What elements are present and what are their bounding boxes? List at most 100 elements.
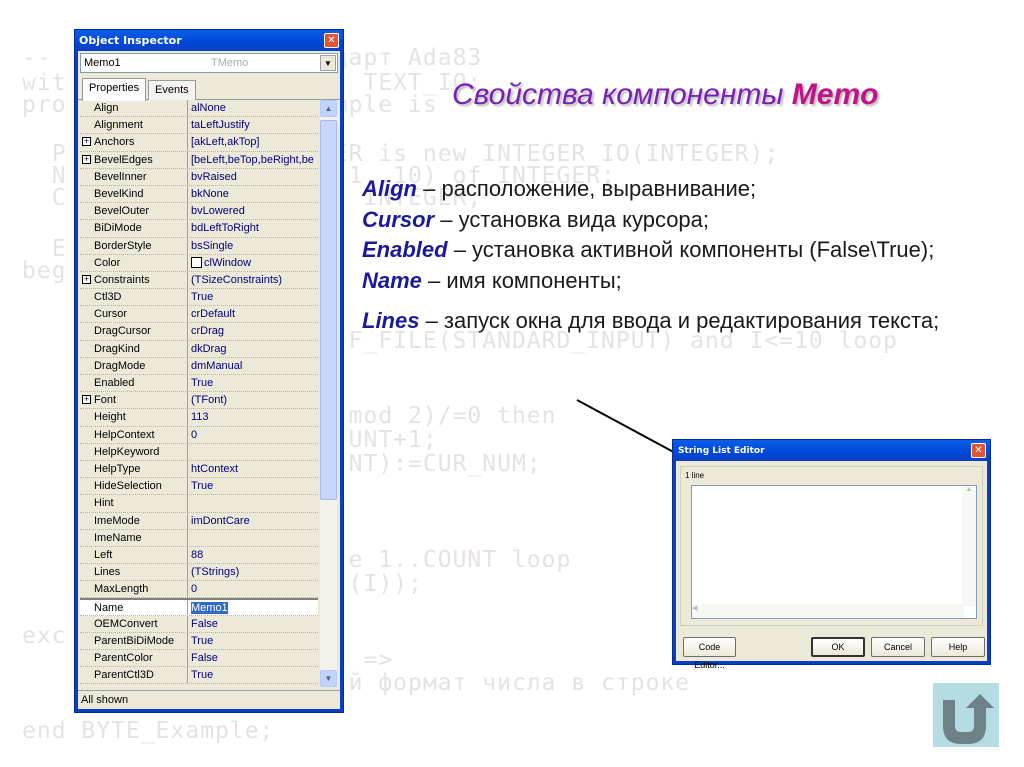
property-value[interactable]: bsSingle (188, 238, 318, 254)
property-row-bevelkind[interactable]: BevelKind bkNone (80, 185, 318, 204)
property-value[interactable]: taLeftJustify (188, 117, 318, 133)
property-value[interactable]: clWindow (188, 255, 318, 271)
property-value[interactable]: True (188, 633, 318, 649)
property-value[interactable]: bkNone (188, 186, 318, 202)
property-value[interactable] (188, 530, 318, 546)
property-name-text: HelpKeyword (94, 445, 160, 458)
property-value[interactable]: True (188, 667, 318, 683)
tab-properties[interactable]: Properties (82, 78, 147, 101)
property-row-font[interactable]: + Font (TFont) (80, 392, 318, 410)
property-value[interactable]: bdLeftToRight (188, 220, 318, 236)
property-row-oemconvert[interactable]: OEMConvert False (80, 615, 318, 633)
property-value[interactable]: htContext (188, 461, 318, 477)
object-inspector-titlebar[interactable]: Object Inspector ✕ (75, 30, 343, 51)
property-row-alignment[interactable]: Alignment taLeftJustify (80, 117, 318, 135)
property-row-left[interactable]: Left 88 (80, 546, 318, 565)
property-value[interactable]: True (188, 375, 318, 391)
property-value[interactable]: True (188, 289, 318, 305)
property-grid-scrollbar[interactable]: ▲ ▼ (320, 100, 337, 687)
property-value[interactable]: Memo1 (188, 600, 318, 615)
property-row-hint[interactable]: Hint (80, 495, 318, 513)
property-row-anchors[interactable]: + Anchors [akLeft,akTop] (80, 134, 318, 152)
property-row-align[interactable]: Align alNone (80, 100, 318, 118)
property-name: DragCursor (80, 323, 188, 340)
horizontal-scrollbar[interactable]: ◀ (692, 604, 964, 618)
lines-editor[interactable]: ▲ ◀ (691, 485, 977, 619)
return-button[interactable] (933, 683, 999, 747)
property-row-imename[interactable]: ImeName (80, 529, 318, 547)
property-value[interactable]: bvLowered (188, 203, 318, 219)
property-name: + Font (80, 392, 188, 409)
property-value[interactable]: crDefault (188, 306, 318, 322)
expand-icon[interactable]: + (82, 137, 91, 147)
property-value[interactable]: bvRaised (188, 169, 318, 185)
property-name-text: HelpContext (94, 428, 155, 441)
property-row-helptype[interactable]: HelpType htContext (80, 460, 318, 479)
property-row-imemode[interactable]: ImeMode imDontCare (80, 512, 318, 530)
property-row-beveledges[interactable]: + BevelEdges [beLeft,beTop,beRight,be (80, 151, 318, 169)
tab-events[interactable]: Events (148, 80, 196, 100)
property-row-parentbidimode[interactable]: ParentBiDiMode True (80, 632, 318, 650)
cancel-button[interactable]: Cancel (871, 637, 925, 657)
object-inspector-title: Object Inspector (79, 34, 182, 47)
property-value-text: crDrag (191, 325, 225, 338)
property-row-bevelouter[interactable]: BevelOuter bvLowered (80, 203, 318, 221)
vertical-scrollbar[interactable]: ▲ (962, 486, 976, 606)
property-row-enabled[interactable]: Enabled True (80, 375, 318, 393)
property-row-cursor[interactable]: Cursor crDefault (80, 306, 318, 324)
property-value[interactable]: True (188, 478, 318, 494)
property-value[interactable]: 0 (188, 581, 318, 597)
close-icon[interactable]: ✕ (324, 33, 339, 48)
expand-icon[interactable]: + (82, 154, 91, 164)
property-value[interactable]: 0 (188, 427, 318, 443)
property-row-ctl3d[interactable]: Ctl3D True (80, 289, 318, 307)
property-row-height[interactable]: Height 113 (80, 409, 318, 427)
property-value[interactable]: (TFont) (188, 392, 318, 408)
chevron-down-icon[interactable]: ▼ (320, 55, 336, 71)
scrollbar-thumb[interactable] (320, 120, 337, 500)
property-value[interactable]: alNone (188, 100, 318, 116)
string-list-editor-titlebar[interactable]: String List Editor ✕ (673, 440, 990, 461)
property-value[interactable]: (TSizeConstraints) (188, 272, 318, 288)
expand-icon[interactable]: + (82, 395, 91, 405)
property-row-hideselection[interactable]: HideSelection True (80, 478, 318, 496)
property-row-bevelinner[interactable]: BevelInner bvRaised (80, 168, 318, 186)
property-value-text[interactable]: Memo1 (191, 602, 228, 615)
property-value[interactable]: crDrag (188, 323, 318, 339)
property-value[interactable]: 88 (188, 547, 318, 563)
property-row-color[interactable]: Color clWindow (80, 254, 318, 272)
code-editor-button[interactable]: Code Editor... (683, 637, 736, 670)
property-row-name[interactable]: Name Memo1 (80, 598, 318, 616)
property-row-helpcontext[interactable]: HelpContext 0 (80, 426, 318, 444)
property-row-bidimode[interactable]: BiDiMode bdLeftToRight (80, 220, 318, 238)
description: – установка активной компоненты (False\T… (447, 237, 935, 262)
property-row-dragmode[interactable]: DragMode dmManual (80, 357, 318, 375)
property-value[interactable]: [beLeft,beTop,beRight,be (188, 152, 318, 168)
property-value[interactable]: False (188, 616, 318, 632)
close-icon[interactable]: ✕ (971, 443, 986, 458)
property-row-maxlength[interactable]: MaxLength 0 (80, 581, 318, 599)
component-selector[interactable]: Memo1 TMemo ▼ (80, 53, 338, 73)
property-value[interactable]: False (188, 650, 318, 666)
property-row-borderstyle[interactable]: BorderStyle bsSingle (80, 237, 318, 255)
scroll-down-icon[interactable]: ▼ (320, 670, 337, 687)
property-value[interactable]: 113 (188, 409, 318, 425)
property-value[interactable]: (TStrings) (188, 564, 318, 580)
property-row-dragkind[interactable]: DragKind dkDrag (80, 340, 318, 358)
expand-icon[interactable]: + (82, 274, 91, 284)
ok-button[interactable]: OK (811, 637, 865, 657)
property-row-dragcursor[interactable]: DragCursor crDrag (80, 323, 318, 341)
property-row-parentcolor[interactable]: ParentColor False (80, 650, 318, 668)
property-value[interactable]: dkDrag (188, 341, 318, 357)
property-value[interactable]: [akLeft,akTop] (188, 134, 318, 150)
property-row-helpkeyword[interactable]: HelpKeyword (80, 443, 318, 461)
property-row-constraints[interactable]: + Constraints (TSizeConstraints) (80, 271, 318, 290)
property-value[interactable] (188, 444, 318, 460)
property-value[interactable]: dmManual (188, 358, 318, 374)
property-row-lines[interactable]: Lines (TStrings) (80, 564, 318, 582)
property-value[interactable]: imDontCare (188, 513, 318, 529)
scroll-up-icon[interactable]: ▲ (320, 100, 337, 117)
property-value[interactable] (188, 495, 318, 511)
help-button[interactable]: Help (931, 637, 985, 657)
property-row-parentctl3d[interactable]: ParentCtl3D True (80, 667, 318, 685)
